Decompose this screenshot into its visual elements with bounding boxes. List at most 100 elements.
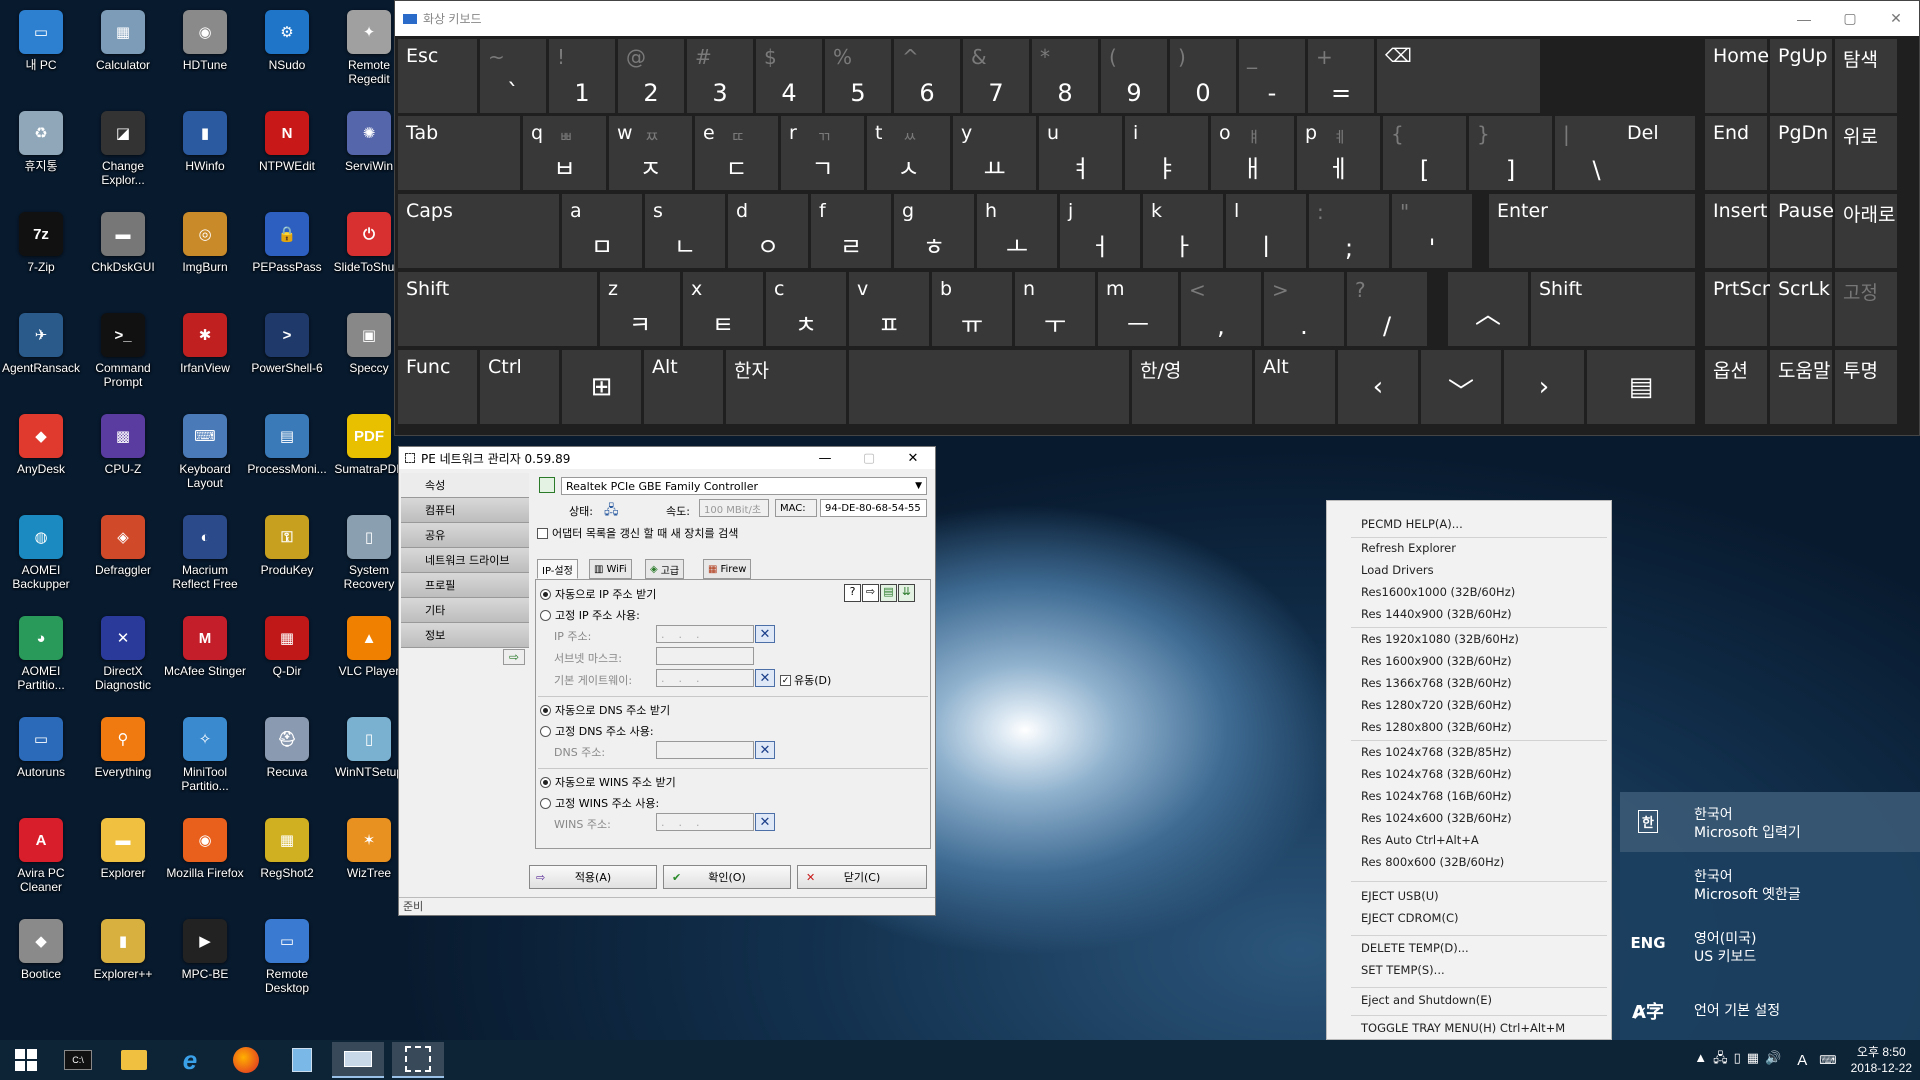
key[interactable]: tㅆㅅ bbox=[867, 116, 950, 190]
gateway-field[interactable]: ... bbox=[656, 669, 754, 687]
key[interactable]: ScrLk bbox=[1770, 272, 1832, 346]
dns-auto-radio[interactable]: 자동으로 DNS 주소 받기 bbox=[540, 702, 670, 718]
sidebar-item[interactable]: 속성 bbox=[401, 473, 529, 498]
key[interactable]: ︿ bbox=[1448, 272, 1528, 346]
wins-fixed-radio[interactable]: 고정 WINS 주소 사용: bbox=[540, 795, 659, 811]
apply-button[interactable]: ⇨ 적용(A) bbox=[529, 865, 657, 889]
valid-checkbox[interactable]: ✓ 유동(D) bbox=[780, 672, 831, 688]
key[interactable]: PgUp bbox=[1770, 39, 1832, 113]
key[interactable]: ▤ bbox=[1587, 350, 1695, 424]
desktop-icon[interactable]: ▭ 내 PC bbox=[0, 2, 82, 100]
pe-titlebar[interactable]: PE 네트워크 관리자 0.59.89 — ▢ ✕ bbox=[399, 447, 935, 469]
key[interactable]: Alt bbox=[1255, 350, 1335, 424]
desktop-icon[interactable]: ◉ Mozilla Firefox bbox=[164, 810, 246, 908]
menu-item[interactable]: Load Drivers bbox=[1361, 563, 1434, 577]
desktop-icon[interactable]: ✱ IrfanView bbox=[164, 305, 246, 403]
menu-item[interactable]: Res Auto Ctrl+Alt+A bbox=[1361, 833, 1479, 847]
menu-item[interactable]: DELETE TEMP(D)... bbox=[1361, 941, 1469, 955]
adapter-select[interactable]: Realtek PCIe GBE Family Controller ▼ bbox=[561, 477, 927, 495]
start-button[interactable] bbox=[0, 1042, 52, 1078]
key[interactable]: 한자 bbox=[726, 350, 846, 424]
export-icon[interactable]: ▤ bbox=[880, 584, 897, 602]
tab-advanced[interactable]: ◈ 고급 bbox=[645, 559, 685, 579]
menu-item[interactable]: EJECT CDROM(C) bbox=[1361, 911, 1459, 925]
key[interactable]: 도움말 bbox=[1770, 350, 1832, 424]
clear-gateway-button[interactable]: ✕ bbox=[755, 669, 775, 687]
desktop-icon[interactable]: ◈ Defraggler bbox=[82, 507, 164, 605]
clear-wins-button[interactable]: ✕ bbox=[755, 813, 775, 831]
refresh-checkbox[interactable]: 어댑터 목록을 갱신 할 때 새 장치를 검색 bbox=[537, 525, 738, 541]
key[interactable]: gㅎ bbox=[894, 194, 974, 268]
wins-field[interactable]: ... bbox=[656, 813, 754, 831]
key[interactable]: nㅜ bbox=[1015, 272, 1095, 346]
close-dialog-button[interactable]: ✕ 닫기(C) bbox=[797, 865, 927, 889]
desktop-icon[interactable]: ▭ Remote Desktop bbox=[246, 911, 328, 1009]
key[interactable]: 투명 bbox=[1835, 350, 1897, 424]
key[interactable]: @2 bbox=[618, 39, 684, 113]
language-option[interactable]: 한국어 Microsoft 옛한글 bbox=[1620, 854, 1920, 914]
key[interactable]: aㅁ bbox=[562, 194, 642, 268]
desktop-icon[interactable]: ▮ Explorer++ bbox=[82, 911, 164, 1009]
key[interactable]: pㅖㅔ bbox=[1297, 116, 1380, 190]
key[interactable]: PrtScn bbox=[1705, 272, 1774, 346]
key[interactable]: zㅋ bbox=[600, 272, 680, 346]
key[interactable]: ~ ` bbox=[480, 39, 546, 113]
key[interactable]: ‹ bbox=[1338, 350, 1418, 424]
ip-fixed-radio[interactable]: 고정 IP 주소 사용: bbox=[540, 607, 640, 623]
desktop-icon[interactable]: ◍ AOMEI Backupper bbox=[0, 507, 82, 605]
key[interactable]: eㄸㄷ bbox=[695, 116, 778, 190]
menu-item[interactable]: Eject and Shutdown(E) bbox=[1361, 993, 1492, 1007]
desktop-icon[interactable]: > PowerShell-6 bbox=[246, 305, 328, 403]
key[interactable]: <, bbox=[1181, 272, 1261, 346]
key[interactable]: ? / bbox=[1347, 272, 1427, 346]
dns-field[interactable] bbox=[656, 741, 754, 759]
key[interactable]: ) 0 bbox=[1170, 39, 1236, 113]
key[interactable]: PgDn bbox=[1770, 116, 1832, 190]
key[interactable]: uㅕ bbox=[1039, 116, 1122, 190]
key[interactable]: ﹀ bbox=[1421, 350, 1501, 424]
desktop-icon[interactable]: ▶ MPC-BE bbox=[164, 911, 246, 1009]
language-option[interactable]: ENG 영어(미국) US 키보드 bbox=[1620, 916, 1920, 976]
desktop-icon[interactable]: ◉ HDTune bbox=[164, 2, 246, 100]
desktop-icon[interactable]: ▬ ChkDskGUI bbox=[82, 204, 164, 302]
taskbar-explorer[interactable] bbox=[108, 1042, 160, 1078]
minimize-button[interactable]: — bbox=[803, 447, 847, 469]
menu-item[interactable]: Res 1280x800 (32B/60Hz) bbox=[1361, 720, 1512, 734]
desktop-icon[interactable]: ◆ AnyDesk bbox=[0, 406, 82, 504]
key[interactable]: Home bbox=[1705, 39, 1769, 113]
desktop-icon[interactable]: M McAfee Stinger bbox=[164, 608, 246, 706]
key[interactable]: % 5 bbox=[825, 39, 891, 113]
sidebar-item[interactable]: 네트워크 드라이브 bbox=[401, 548, 529, 573]
ip-auto-radio[interactable]: 자동으로 IP 주소 받기 bbox=[540, 586, 656, 602]
menu-item[interactable]: Res 1024x600 (32B/60Hz) bbox=[1361, 811, 1512, 825]
sidebar-item[interactable]: 공유 bbox=[401, 523, 529, 548]
desktop-icon[interactable]: ✧ MiniTool Partitio... bbox=[164, 709, 246, 807]
key[interactable]: xㅌ bbox=[683, 272, 763, 346]
key[interactable]: iㅑ bbox=[1125, 116, 1208, 190]
key[interactable]: kㅏ bbox=[1143, 194, 1223, 268]
key[interactable]: ⊞ bbox=[562, 350, 641, 424]
menu-item[interactable]: Res 1024x768 (32B/85Hz) bbox=[1361, 745, 1512, 759]
key[interactable]: {[ bbox=[1383, 116, 1466, 190]
key[interactable]: Tab bbox=[398, 116, 520, 190]
key[interactable]: Alt bbox=[644, 350, 723, 424]
key[interactable]: sㄴ bbox=[645, 194, 725, 268]
desktop-icon[interactable]: ▦ Calculator bbox=[82, 2, 164, 100]
desktop-icon[interactable]: ▤ ProcessMoni... bbox=[246, 406, 328, 504]
taskbar-keyboard[interactable] bbox=[332, 1042, 384, 1078]
key[interactable]: qㅃㅂ bbox=[523, 116, 606, 190]
desktop-icon[interactable]: ▮ HWinfo bbox=[164, 103, 246, 201]
menu-item[interactable]: PECMD HELP(A)... bbox=[1361, 517, 1463, 531]
sidebar-arrow-button[interactable]: ⇨ bbox=[503, 649, 525, 665]
desktop-icon[interactable]: ♻ 휴지통 bbox=[0, 103, 82, 201]
key[interactable]: Shift bbox=[398, 272, 597, 346]
key[interactable]: dㅇ bbox=[728, 194, 808, 268]
key[interactable] bbox=[849, 350, 1129, 424]
sidebar-item[interactable]: 기타 bbox=[401, 598, 529, 623]
key[interactable]: hㅗ bbox=[977, 194, 1057, 268]
desktop-icon[interactable]: ✕ DirectX Diagnostic bbox=[82, 608, 164, 706]
key[interactable]: Ctrl bbox=[480, 350, 559, 424]
key[interactable]: fㄹ bbox=[811, 194, 891, 268]
language-option[interactable]: 한 한국어 Microsoft 입력기 bbox=[1620, 792, 1920, 852]
key[interactable]: Shift bbox=[1531, 272, 1695, 346]
